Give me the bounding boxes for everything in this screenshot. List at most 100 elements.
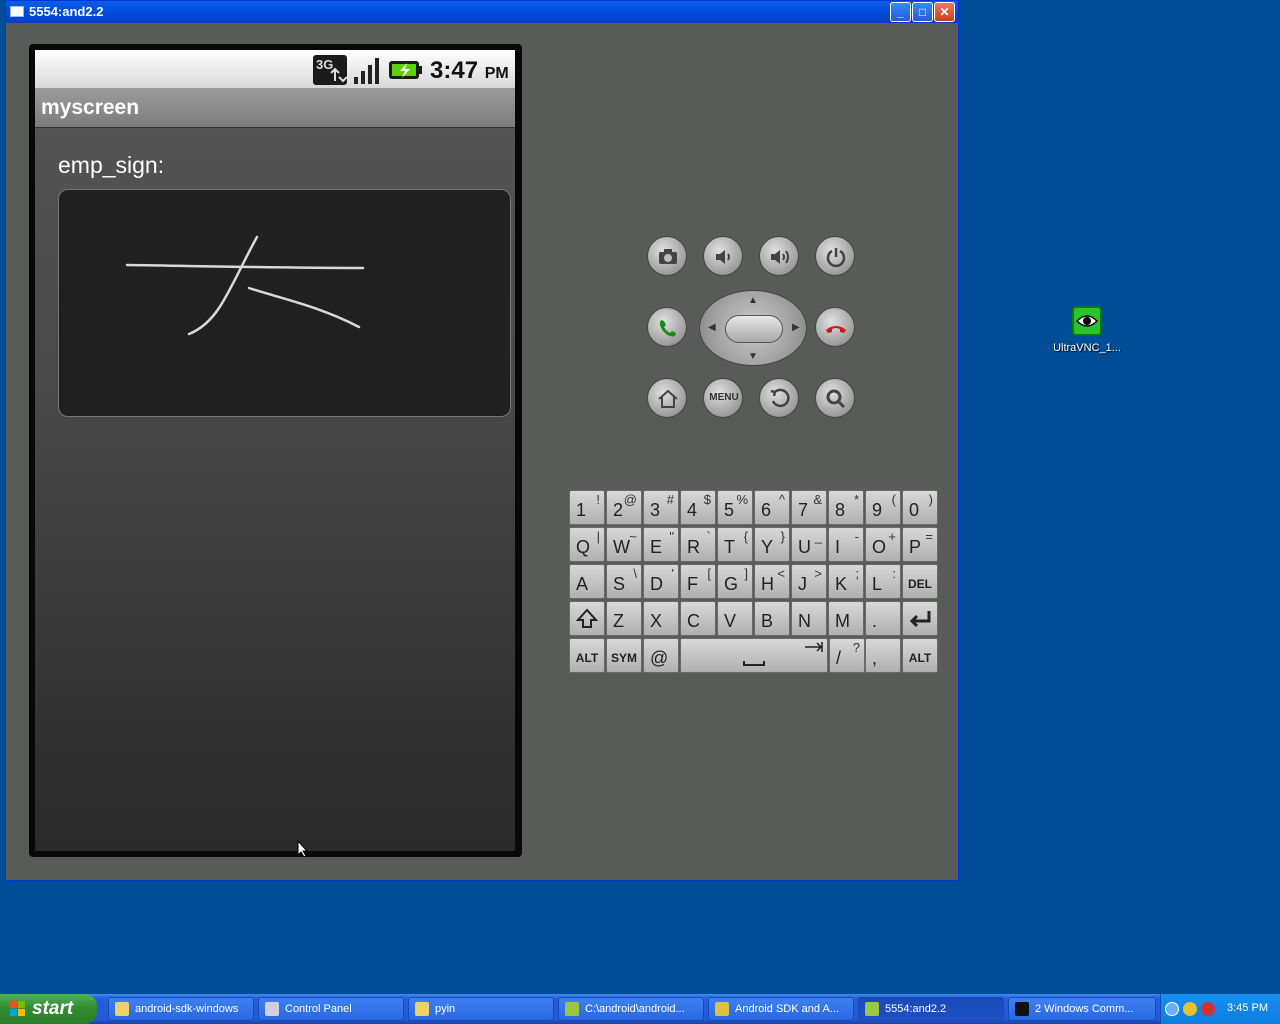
- hardware-keyboard: 1! 2 @3 #4 $5% 6 ^ 7 & 8 * 9(0) Q | W ~ E " R ` T{Y} U _ I - O + P =…: [569, 490, 941, 673]
- key-9[interactable]: 9(: [865, 490, 901, 525]
- key-label: N: [798, 611, 811, 631]
- key-F[interactable]: F[: [680, 564, 716, 599]
- key-alt-label: ': [671, 566, 674, 581]
- key-T[interactable]: T{: [717, 527, 753, 562]
- key-D[interactable]: D ': [643, 564, 679, 599]
- shift-key[interactable]: [569, 601, 605, 636]
- key-E[interactable]: E ": [643, 527, 679, 562]
- key-label: ALT: [908, 651, 932, 665]
- key-A[interactable]: A: [569, 564, 605, 599]
- space-key[interactable]: [680, 638, 828, 673]
- camera-button[interactable]: [647, 236, 687, 276]
- key-J[interactable]: J >: [791, 564, 827, 599]
- eye-icon: [1072, 306, 1102, 336]
- signature-pad[interactable]: [58, 189, 511, 417]
- sym-key[interactable]: SYM: [606, 638, 642, 673]
- key-W[interactable]: W ~: [606, 527, 642, 562]
- key-I[interactable]: I-: [828, 527, 864, 562]
- key-alt-label: ~: [629, 529, 637, 544]
- key-0[interactable]: 0): [902, 490, 938, 525]
- dpad-down-icon[interactable]: ▼: [748, 351, 758, 362]
- back-button[interactable]: [759, 378, 799, 418]
- dpad-up-icon[interactable]: ▲: [748, 295, 758, 306]
- key-G[interactable]: G]: [717, 564, 753, 599]
- key-4[interactable]: 4 $: [680, 490, 716, 525]
- key-U[interactable]: U _: [791, 527, 827, 562]
- key-S[interactable]: S \: [606, 564, 642, 599]
- home-button[interactable]: [647, 378, 687, 418]
- alt-right-key[interactable]: ALT: [902, 638, 938, 673]
- dpad-left-icon[interactable]: ◀: [708, 322, 716, 333]
- key-8[interactable]: 8 *: [828, 490, 864, 525]
- tray-security-icon[interactable]: [1201, 1002, 1215, 1016]
- dpad[interactable]: ▲ ▼ ◀ ▶: [699, 290, 807, 366]
- taskbar-item[interactable]: Control Panel: [258, 997, 404, 1021]
- key-7[interactable]: 7 &: [791, 490, 827, 525]
- signature-strokes: [125, 235, 365, 336]
- key-alt-label: =: [925, 529, 933, 544]
- key-3[interactable]: 3 #: [643, 490, 679, 525]
- taskbar-item[interactable]: C:\android\android...: [558, 997, 704, 1021]
- dpad-right-icon[interactable]: ▶: [792, 322, 800, 333]
- window-titlebar[interactable]: 5554:and2.2 _ □ ✕: [6, 1, 958, 23]
- key-label: DEL: [908, 577, 932, 591]
- desktop-icon-ultravnc[interactable]: UltraVNC_1...: [1048, 306, 1126, 354]
- taskbar-item[interactable]: pyin: [408, 997, 554, 1021]
- minimize-button[interactable]: _: [890, 2, 911, 22]
- taskbar-item[interactable]: Android SDK and A...: [708, 997, 854, 1021]
- back-icon: [770, 388, 790, 408]
- key-label: C: [687, 611, 700, 631]
- key-X[interactable]: X: [643, 601, 679, 636]
- alt-left-key[interactable]: ALT: [569, 638, 605, 673]
- enter-key[interactable]: [902, 601, 938, 636]
- key-1[interactable]: 1!: [569, 490, 605, 525]
- dpad-center-button[interactable]: [725, 315, 783, 343]
- taskbar-item[interactable]: android-sdk-windows: [108, 997, 254, 1021]
- key-O[interactable]: O +: [865, 527, 901, 562]
- tray-expand-icon[interactable]: [1165, 1002, 1179, 1016]
- key-label: ,: [872, 648, 878, 668]
- key-Y[interactable]: Y}: [754, 527, 790, 562]
- key-N[interactable]: N: [791, 601, 827, 636]
- key-alt-label: ): [928, 492, 933, 507]
- key-L[interactable]: L:: [865, 564, 901, 599]
- volume-up-button[interactable]: [759, 236, 799, 276]
- start-button[interactable]: start: [0, 994, 97, 1024]
- slash-key[interactable]: /?: [829, 638, 865, 673]
- power-button[interactable]: [815, 236, 855, 276]
- call-button[interactable]: [647, 307, 687, 347]
- key-C[interactable]: C: [680, 601, 716, 636]
- at-key[interactable]: @: [643, 638, 679, 673]
- key-M[interactable]: M: [828, 601, 864, 636]
- key-.[interactable]: .: [865, 601, 901, 636]
- key-label: 1: [576, 500, 587, 520]
- key-Z[interactable]: Z: [606, 601, 642, 636]
- taskbar-item[interactable]: 2 Windows Comm...: [1008, 997, 1156, 1021]
- search-button[interactable]: [815, 378, 855, 418]
- comma-key[interactable]: ,: [865, 638, 901, 673]
- key-V[interactable]: V: [717, 601, 753, 636]
- delete-key[interactable]: DEL: [902, 564, 938, 599]
- key-alt-label: *: [853, 492, 859, 507]
- key-Q[interactable]: Q |: [569, 527, 605, 562]
- taskbar-item-label: pyin: [435, 1003, 456, 1015]
- close-button[interactable]: ✕: [934, 2, 955, 22]
- key-K[interactable]: K;: [828, 564, 864, 599]
- key-2[interactable]: 2 @: [606, 490, 642, 525]
- taskbar-item[interactable]: 5554:and2.2: [858, 997, 1004, 1021]
- maximize-button[interactable]: □: [912, 2, 933, 22]
- tray-network-icon[interactable]: [1183, 1002, 1197, 1016]
- key-H[interactable]: H <: [754, 564, 790, 599]
- key-P[interactable]: P =: [902, 527, 938, 562]
- system-tray: 3:45 PM: [1160, 994, 1280, 1024]
- menu-button[interactable]: MENU: [703, 378, 743, 418]
- volume-down-button[interactable]: [703, 236, 743, 276]
- key-5[interactable]: 5%: [717, 490, 753, 525]
- key-B[interactable]: B: [754, 601, 790, 636]
- key-alt-label: %: [736, 492, 748, 507]
- phone-screen[interactable]: 3G 3:47 PM myscreen emp_sign:: [35, 50, 515, 851]
- key-6[interactable]: 6 ^: [754, 490, 790, 525]
- key-alt-label: {: [743, 529, 748, 544]
- end-call-button[interactable]: [815, 307, 855, 347]
- key-R[interactable]: R `: [680, 527, 716, 562]
